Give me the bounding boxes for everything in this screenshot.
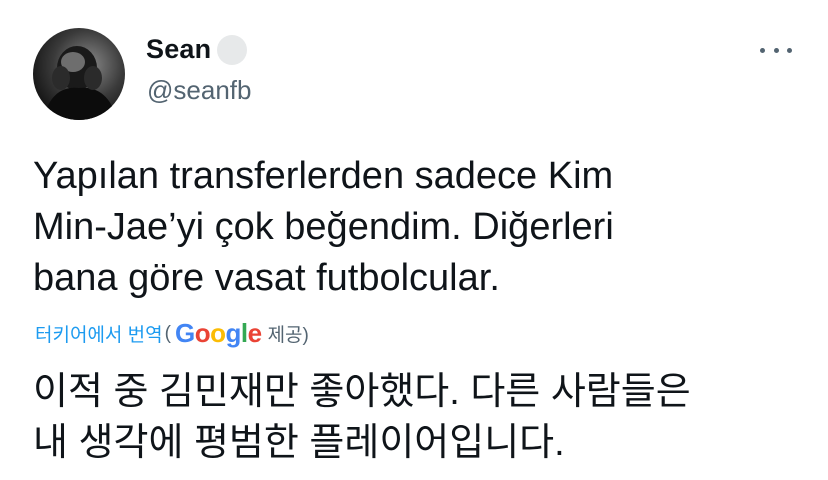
- google-letter: g: [225, 318, 241, 348]
- author-name-row: Sean: [146, 34, 248, 65]
- google-letter: G: [174, 318, 195, 348]
- tweet-text-line: bana göre vasat futbolcular.: [33, 257, 500, 299]
- tweet-text-line: Yapılan transferlerden sadece Kim: [33, 155, 614, 197]
- provided-by-label: 제공): [267, 325, 309, 346]
- avatar[interactable]: [33, 28, 125, 120]
- google-letter: o: [210, 318, 226, 348]
- more-dot: [760, 47, 765, 53]
- more-dot: [787, 47, 792, 53]
- more-dot: [773, 47, 779, 53]
- badge-icon: [217, 34, 248, 65]
- translation-attribution: 터키어에서 번역 ( G o o g l e 제공): [35, 318, 309, 349]
- translated-from-link[interactable]: 터키어에서 번역: [35, 320, 163, 347]
- google-letter: l: [240, 318, 248, 348]
- google-letter: o: [194, 318, 211, 348]
- author-display-name[interactable]: Sean: [146, 34, 211, 65]
- tweet-card: Sean @seanfb Yapılan transferlerden sade…: [0, 0, 828, 480]
- translated-text: 이적 중 김민재만 좋아했다. 다른 사람들은 내 생각에 평범한 플레이어입니…: [33, 367, 803, 469]
- open-paren: (: [164, 322, 171, 344]
- google-letter: e: [247, 318, 262, 348]
- tweet-text-line: Min-Jae’yi çok beğendim. Diğerleri: [33, 206, 614, 248]
- translated-text-line: 이적 중 김민재만 좋아했다. 다른 사람들은: [33, 371, 691, 413]
- author-handle[interactable]: @seanfb: [147, 75, 251, 106]
- more-options-icon[interactable]: [756, 38, 796, 62]
- profile-photo-icon: [43, 46, 117, 120]
- tweet-text: Yapılan transferlerden sadece Kim Min-Ja…: [33, 151, 803, 304]
- translated-text-line: 내 생각에 평범한 플레이어입니다.: [33, 422, 565, 464]
- google-logo: G o o g l e: [175, 318, 262, 349]
